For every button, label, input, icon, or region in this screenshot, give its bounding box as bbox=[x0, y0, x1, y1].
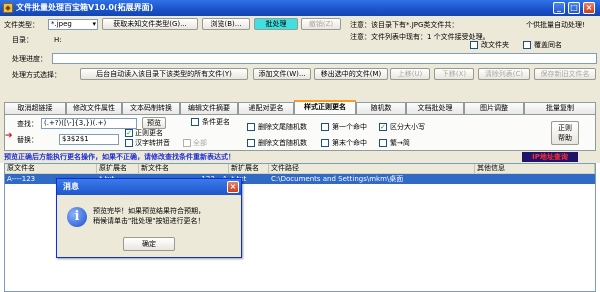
file-count-note: 注意：该目录下有*.JPG类文件共： bbox=[350, 21, 459, 29]
first-hit-checkbox[interactable] bbox=[321, 123, 329, 131]
col-new-name[interactable]: 新文件名 bbox=[139, 164, 229, 174]
col-other-info[interactable]: 其他信息 bbox=[475, 164, 595, 174]
pinyin-label: 汉字转拼音 bbox=[135, 139, 170, 147]
auto-add-files-button[interactable]: 后台自动读入该目录下该类型的所有文件(Y) bbox=[80, 68, 248, 80]
all-label: 全部 bbox=[193, 139, 207, 147]
info-icon: i bbox=[67, 207, 87, 227]
dialog-title: 消息 bbox=[57, 179, 241, 195]
regex-help-button[interactable]: 正则 帮助 bbox=[551, 121, 579, 145]
find-input[interactable]: (.+?)([\-]{3,})(.+) bbox=[41, 118, 137, 129]
replace-input[interactable]: $3$2$1 bbox=[59, 134, 119, 145]
maximize-button[interactable]: □ bbox=[568, 2, 580, 14]
file-type-label: 文件类型： bbox=[4, 21, 39, 29]
minimize-button[interactable]: _ bbox=[553, 2, 565, 14]
directory-label: 目录： bbox=[12, 36, 33, 44]
browse-button[interactable]: 浏览(B)... bbox=[202, 18, 250, 30]
list-count-note: 注意：文件列表中现有：1 个文件接受处理。 bbox=[350, 33, 490, 41]
first-hit-label: 第一个命中 bbox=[332, 123, 367, 131]
move-up-button[interactable]: 上移(U) bbox=[390, 68, 430, 80]
window-title: 文件批量处理百宝箱V10.0(拓展界面) bbox=[16, 3, 154, 12]
get-unknown-type-button[interactable]: 获取未知文件类型(G)... bbox=[102, 18, 198, 30]
all-checkbox[interactable] bbox=[183, 139, 191, 147]
tab-random-number[interactable]: 随机数 bbox=[356, 102, 406, 114]
subfolder-checkbox[interactable] bbox=[470, 41, 478, 49]
progress-bar bbox=[52, 53, 597, 64]
tab-remove-hyperlink[interactable]: 取消超链接 bbox=[4, 102, 66, 114]
tab-pair-rename[interactable]: 递配对更名 bbox=[238, 102, 294, 114]
warning-text: 预览正确后方能执行更名操作，如果不正确，请修改查找条件重新表达式！ bbox=[4, 153, 235, 161]
clear-list-button[interactable]: 清除列表(C) bbox=[478, 68, 530, 80]
trad-to-simp-checkbox[interactable] bbox=[379, 139, 387, 147]
delete-head-random-checkbox[interactable] bbox=[247, 139, 255, 147]
tab-image-adjust[interactable]: 图片调整 bbox=[464, 102, 524, 114]
dialog-message-line2: 稍候请单击"批处理"按钮进行更名！ bbox=[93, 217, 205, 225]
cell-file-path: C:\Documents and Settings\mkm\桌面 bbox=[271, 175, 404, 183]
message-dialog: 消息 × i 预览完毕！如果预览结果符合预期， 稍候请单击"批处理"按钮进行更名… bbox=[56, 178, 242, 258]
pinyin-checkbox[interactable] bbox=[125, 139, 133, 147]
condition-rename-checkbox[interactable] bbox=[191, 118, 199, 126]
mode-label: 处理方式选择： bbox=[12, 71, 61, 79]
overwrite-label: 覆盖同名 bbox=[534, 41, 562, 49]
undo-button[interactable]: 撤销(Z) bbox=[301, 18, 341, 30]
dialog-message-line1: 预览完毕！如果预览结果符合预期， bbox=[93, 207, 205, 215]
dialog-close-button[interactable]: × bbox=[227, 181, 239, 193]
overwrite-checkbox[interactable] bbox=[523, 41, 531, 49]
auto-process-note: 个供批量自动处理! bbox=[526, 21, 585, 29]
replace-label: 替换： bbox=[17, 136, 38, 144]
add-file-button[interactable]: 添加文件(W)... bbox=[253, 68, 311, 80]
file-type-select[interactable]: *.jpeg ▾ bbox=[48, 19, 98, 30]
trad-to-simp-label: 繁→简 bbox=[390, 139, 410, 147]
tab-file-summary[interactable]: 编辑文件摘要 bbox=[180, 102, 238, 114]
col-original-name[interactable]: 原文件名 bbox=[5, 164, 97, 174]
save-names-button[interactable]: 保存新旧文件名 bbox=[534, 68, 596, 80]
chevron-down-icon: ▾ bbox=[92, 20, 96, 28]
col-file-path[interactable]: 文件路径 bbox=[269, 164, 475, 174]
ip-lookup-badge[interactable]: IP地址查询 bbox=[522, 152, 578, 162]
tab-text-encoding[interactable]: 文本码制转换 bbox=[122, 102, 180, 114]
remove-selected-button[interactable]: 移出选中的文件(M) bbox=[314, 68, 388, 80]
col-original-ext[interactable]: 原扩展名 bbox=[97, 164, 139, 174]
tab-file-attributes[interactable]: 修改文件属性 bbox=[66, 102, 122, 114]
delete-head-random-label: 删除文首随机数 bbox=[258, 139, 307, 147]
warning-bar: 预览正确后方能执行更名操作，如果不正确，请修改查找条件重新表达式！ IP地址查询 bbox=[0, 151, 600, 163]
tab-regex-rename[interactable]: 样式正则更名 bbox=[294, 100, 356, 115]
tab-batch-copy[interactable]: 批量复制 bbox=[524, 102, 596, 114]
arrow-right-icon: ➔ bbox=[5, 131, 13, 141]
last-hit-label: 第末个命中 bbox=[332, 139, 367, 147]
find-label: 查找： bbox=[17, 120, 38, 128]
move-down-button[interactable]: 下移(X) bbox=[434, 68, 474, 80]
tab-document-batch[interactable]: 文档批处理 bbox=[406, 102, 464, 114]
title-bar: ◆ 文件批量处理百宝箱V10.0(拓展界面) _ □ × bbox=[0, 0, 600, 16]
progress-label: 处理进度： bbox=[12, 55, 47, 63]
regex-tab-panel: 查找： (.+?)([\-]{3,})(.+) 预览 ➔ 替换： $3$2$1 … bbox=[4, 114, 596, 151]
case-sensitive-label: 区分大小写 bbox=[390, 123, 425, 131]
close-button[interactable]: × bbox=[583, 2, 595, 14]
directory-value: H: bbox=[54, 36, 62, 44]
app-icon: ◆ bbox=[3, 3, 13, 13]
delete-tail-random-checkbox[interactable] bbox=[247, 123, 255, 131]
condition-rename-label: 条件更名 bbox=[202, 118, 230, 126]
regex-rename-checkbox[interactable] bbox=[125, 129, 133, 137]
file-type-value: *.jpeg bbox=[51, 20, 72, 28]
col-new-ext[interactable]: 新扩展名 bbox=[229, 164, 269, 174]
batch-process-button[interactable]: 批处理 bbox=[254, 18, 298, 30]
subfolder-label: 改文件夹 bbox=[481, 41, 509, 49]
last-hit-checkbox[interactable] bbox=[321, 139, 329, 147]
regex-rename-label: 正则更名 bbox=[135, 129, 163, 137]
ok-button[interactable]: 确定 bbox=[123, 237, 175, 251]
case-sensitive-checkbox[interactable] bbox=[379, 123, 387, 131]
delete-tail-random-label: 删除文尾随机数 bbox=[258, 123, 307, 131]
control-panel: 文件类型： *.jpeg ▾ 获取未知文件类型(G)... 浏览(B)... 批… bbox=[0, 16, 600, 151]
